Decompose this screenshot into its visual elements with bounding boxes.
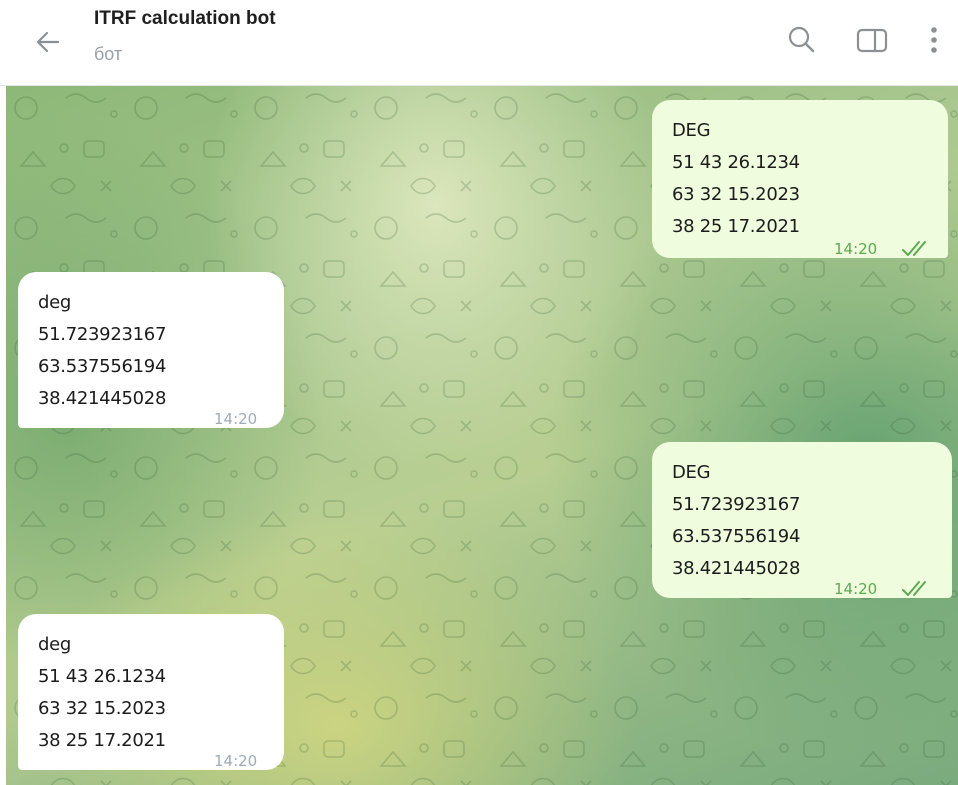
read-checkmarks-icon [902,241,926,256]
message-time: 14:20 [214,752,258,770]
chat-area[interactable]: DEG 51 43 26.1234 63 32 15.2023 38 25 17… [6,86,958,785]
message-time: 14:20 [834,580,878,598]
read-checkmarks-icon [902,581,926,596]
search-button[interactable] [782,20,822,60]
message-time: 14:20 [214,410,258,428]
chat-title[interactable]: ITRF calculation bot [94,8,276,30]
search-icon [788,26,815,53]
message-time: 14:20 [834,240,878,258]
message-bubble-incoming[interactable]: deg 51.723923167 63.537556194 38.4214450… [18,272,284,428]
back-button[interactable] [30,22,70,62]
message-bubble-outgoing[interactable]: DEG 51 43 26.1234 63 32 15.2023 38 25 17… [652,100,948,258]
message-bubble-outgoing[interactable]: DEG 51.723923167 63.537556194 38.4214450… [652,442,952,598]
sidebar-toggle-button[interactable] [852,20,892,60]
chat-subtitle: бот [94,44,123,64]
sidebar-toggle-icon [856,28,888,53]
chat-header: ITRF calculation bot бот [0,0,958,86]
more-menu-button[interactable] [912,20,948,60]
message-bubble-incoming[interactable]: deg 51 43 26.1234 63 32 15.2023 38 25 17… [18,614,284,770]
message-text: DEG 51.723923167 63.537556194 38.4214450… [672,462,801,579]
more-vertical-icon [931,27,937,53]
message-text: DEG 51 43 26.1234 63 32 15.2023 38 25 17… [672,120,800,237]
message-text: deg 51 43 26.1234 63 32 15.2023 38 25 17… [38,634,166,751]
message-text: deg 51.723923167 63.537556194 38.4214450… [38,292,167,409]
arrow-back-icon [36,31,60,53]
